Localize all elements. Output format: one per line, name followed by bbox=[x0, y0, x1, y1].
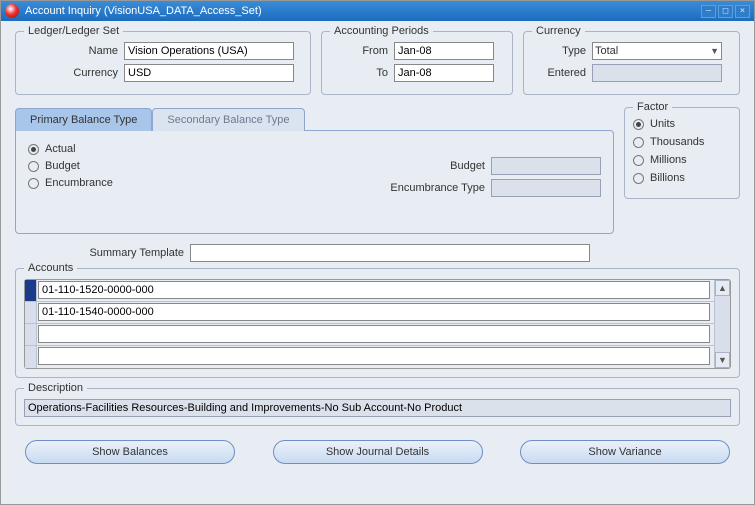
titlebar: Account Inquiry (VisionUSA_DATA_Access_S… bbox=[1, 1, 754, 21]
radio-actual-label: Actual bbox=[45, 143, 76, 155]
account-input[interactable] bbox=[38, 347, 710, 365]
radio-billions[interactable]: Billions bbox=[633, 172, 731, 184]
radio-millions-label: Millions bbox=[650, 154, 687, 166]
radio-icon bbox=[28, 178, 39, 189]
summary-template-input[interactable] bbox=[190, 244, 590, 262]
summary-template-label: Summary Template bbox=[15, 247, 190, 259]
factor-group-title: Factor bbox=[633, 101, 672, 113]
minimize-button[interactable]: — bbox=[701, 5, 716, 18]
radio-icon bbox=[28, 161, 39, 172]
radio-icon bbox=[633, 119, 644, 130]
radio-icon bbox=[633, 137, 644, 148]
radio-thousands-label: Thousands bbox=[650, 136, 704, 148]
period-to-label: To bbox=[330, 67, 394, 79]
balance-type-tabpanel: Primary Balance Type Secondary Balance T… bbox=[15, 107, 614, 234]
tab-content: Actual Budget Encumbrance Bu bbox=[15, 130, 614, 234]
currency-entered-label: Entered bbox=[532, 67, 592, 79]
account-row[interactable] bbox=[25, 324, 714, 346]
currency-entered-input bbox=[592, 64, 722, 82]
encumbrance-type-input bbox=[491, 179, 601, 197]
show-journal-details-button[interactable]: Show Journal Details bbox=[273, 440, 483, 464]
description-group-title: Description bbox=[24, 382, 87, 394]
scroll-track[interactable] bbox=[715, 296, 730, 352]
row-selector[interactable] bbox=[25, 302, 37, 323]
content-area: Ledger/Ledger Set Name Currency Accounti… bbox=[1, 21, 754, 474]
account-input[interactable] bbox=[38, 325, 710, 343]
window-title: Account Inquiry (VisionUSA_DATA_Access_S… bbox=[25, 5, 699, 17]
radio-units-label: Units bbox=[650, 118, 675, 130]
period-to-input[interactable] bbox=[394, 64, 494, 82]
currency-group: Currency Type Total ▼ Entered bbox=[523, 31, 740, 95]
currency-type-select[interactable]: Total ▼ bbox=[592, 42, 722, 60]
accounts-group: Accounts bbox=[15, 268, 740, 378]
budget-input bbox=[491, 157, 601, 175]
oracle-logo-icon bbox=[5, 4, 19, 18]
account-inquiry-window: Account Inquiry (VisionUSA_DATA_Access_S… bbox=[0, 0, 755, 505]
period-from-input[interactable] bbox=[394, 42, 494, 60]
radio-icon bbox=[28, 144, 39, 155]
radio-encumbrance[interactable]: Encumbrance bbox=[28, 177, 188, 189]
radio-actual[interactable]: Actual bbox=[28, 143, 188, 155]
row-selector-active[interactable] bbox=[25, 280, 37, 301]
encumbrance-type-label: Encumbrance Type bbox=[390, 182, 491, 194]
accounts-group-title: Accounts bbox=[24, 262, 77, 274]
scroll-up-icon[interactable]: ▲ bbox=[715, 280, 730, 296]
account-row[interactable] bbox=[25, 280, 714, 302]
ledger-name-input[interactable] bbox=[124, 42, 294, 60]
show-variance-button[interactable]: Show Variance bbox=[520, 440, 730, 464]
row-selector[interactable] bbox=[25, 324, 37, 345]
radio-millions[interactable]: Millions bbox=[633, 154, 731, 166]
ledger-currency-label: Currency bbox=[24, 67, 124, 79]
account-row[interactable] bbox=[25, 302, 714, 324]
periods-group-title: Accounting Periods bbox=[330, 25, 433, 37]
row-selector[interactable] bbox=[25, 346, 37, 368]
ledger-group-title: Ledger/Ledger Set bbox=[24, 25, 123, 37]
radio-icon bbox=[633, 173, 644, 184]
period-from-label: From bbox=[330, 45, 394, 57]
maximize-button[interactable]: □ bbox=[718, 5, 733, 18]
description-group: Description bbox=[15, 388, 740, 426]
radio-units[interactable]: Units bbox=[633, 118, 731, 130]
account-row[interactable] bbox=[25, 346, 714, 368]
tab-secondary-balance[interactable]: Secondary Balance Type bbox=[152, 108, 304, 131]
account-input[interactable] bbox=[38, 303, 710, 321]
periods-group: Accounting Periods From To bbox=[321, 31, 513, 95]
radio-thousands[interactable]: Thousands bbox=[633, 136, 731, 148]
close-button[interactable]: × bbox=[735, 5, 750, 18]
radio-encumbrance-label: Encumbrance bbox=[45, 177, 113, 189]
factor-group: Factor Units Thousands Millions Billions bbox=[624, 107, 740, 199]
description-input bbox=[24, 399, 731, 417]
radio-icon bbox=[633, 155, 644, 166]
ledger-currency-input[interactable] bbox=[124, 64, 294, 82]
accounts-list: ▲ ▼ bbox=[24, 279, 731, 369]
ledger-name-label: Name bbox=[24, 45, 124, 57]
radio-budget-label: Budget bbox=[45, 160, 80, 172]
currency-type-label: Type bbox=[532, 45, 592, 57]
account-input[interactable] bbox=[38, 281, 710, 299]
chevron-down-icon: ▼ bbox=[710, 46, 719, 56]
currency-group-title: Currency bbox=[532, 25, 585, 37]
currency-type-value: Total bbox=[595, 45, 618, 57]
scrollbar[interactable]: ▲ ▼ bbox=[714, 280, 730, 368]
radio-budget[interactable]: Budget bbox=[28, 160, 188, 172]
scroll-down-icon[interactable]: ▼ bbox=[715, 352, 730, 368]
radio-billions-label: Billions bbox=[650, 172, 685, 184]
tab-primary-balance[interactable]: Primary Balance Type bbox=[15, 108, 152, 131]
budget-label: Budget bbox=[450, 160, 491, 172]
ledger-group: Ledger/Ledger Set Name Currency bbox=[15, 31, 311, 95]
show-balances-button[interactable]: Show Balances bbox=[25, 440, 235, 464]
